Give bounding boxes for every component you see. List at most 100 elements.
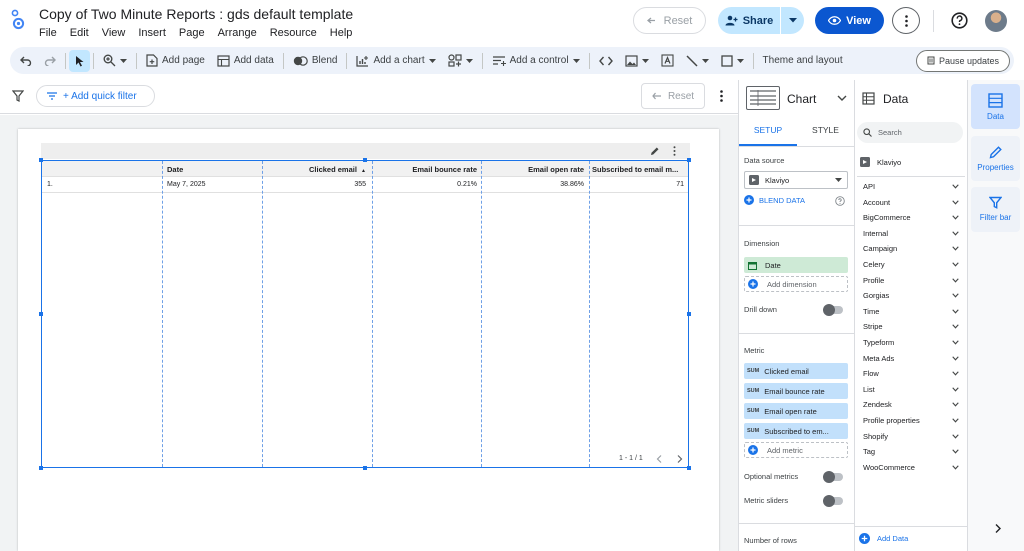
aggregation-tag[interactable]: SUM xyxy=(744,388,764,394)
resize-handle[interactable] xyxy=(687,312,691,316)
rail-data-button[interactable]: Data xyxy=(971,84,1020,129)
add-data-button[interactable]: Add data xyxy=(211,50,280,72)
filter-more-icon[interactable] xyxy=(720,90,723,102)
column-header-bounce-rate[interactable]: Email bounce rate xyxy=(375,165,477,174)
user-avatar[interactable] xyxy=(985,10,1007,32)
expand-chevron-icon[interactable] xyxy=(952,433,959,441)
data-source-select[interactable]: Klaviyo xyxy=(744,171,848,189)
expand-chevron-icon[interactable] xyxy=(952,277,959,285)
aggregation-tag[interactable]: SUM xyxy=(744,408,764,414)
table-chart-type-icon[interactable] xyxy=(746,86,780,110)
edit-pencil-icon[interactable] xyxy=(650,146,660,156)
expand-chevron-icon[interactable] xyxy=(952,184,959,191)
image-button[interactable] xyxy=(619,50,655,72)
line-button[interactable] xyxy=(680,50,715,72)
add-dimension-button[interactable]: Add dimension xyxy=(744,276,848,292)
more-options-button[interactable] xyxy=(892,7,920,34)
column-divider[interactable] xyxy=(372,161,373,467)
metric-chip-clicked-email[interactable]: SUM Clicked email xyxy=(744,363,848,379)
field-group-item[interactable]: Stripe xyxy=(863,322,883,331)
field-group-item[interactable]: Time xyxy=(863,307,879,316)
column-divider[interactable] xyxy=(481,161,482,467)
expand-chevron-icon[interactable] xyxy=(952,418,959,425)
field-group-item[interactable]: Profile xyxy=(863,276,884,285)
menu-edit[interactable]: Edit xyxy=(70,27,89,39)
field-group-item[interactable]: WooCommerce xyxy=(863,463,915,472)
share-button[interactable]: Share xyxy=(718,7,780,34)
field-group-item[interactable]: Internal xyxy=(863,229,888,238)
metric-chip-bounce-rate[interactable]: SUM Email bounce rate xyxy=(744,383,848,399)
resize-handle[interactable] xyxy=(39,466,43,470)
view-button[interactable]: View xyxy=(815,7,884,34)
expand-chevron-icon[interactable] xyxy=(952,324,959,331)
metric-chip-open-rate[interactable]: SUM Email open rate xyxy=(744,403,848,419)
expand-chevron-icon[interactable] xyxy=(952,355,959,363)
field-group-item[interactable]: API xyxy=(863,182,875,191)
menu-page[interactable]: Page xyxy=(179,27,205,39)
rail-properties-button[interactable]: Properties xyxy=(971,136,1020,181)
redo-button[interactable] xyxy=(38,50,62,72)
column-header-clicked-email[interactable]: Clicked email ▲ xyxy=(264,165,366,174)
expand-chevron-icon[interactable] xyxy=(952,387,959,394)
resize-handle[interactable] xyxy=(363,158,367,162)
metric-sliders-toggle[interactable] xyxy=(823,495,843,507)
field-group-item[interactable]: Celery xyxy=(863,260,885,269)
field-group-item[interactable]: Account xyxy=(863,198,890,207)
next-page-icon[interactable] xyxy=(677,455,683,463)
select-tool-button[interactable] xyxy=(69,49,90,72)
column-header-subscribed[interactable]: Subscribed to email m... xyxy=(592,165,686,174)
optional-metrics-toggle[interactable] xyxy=(823,471,843,483)
expand-chevron-icon[interactable] xyxy=(952,402,959,409)
tab-style[interactable]: STYLE xyxy=(797,125,854,135)
expand-chevron-icon[interactable] xyxy=(952,199,959,207)
dimension-chip-date[interactable]: Date xyxy=(744,257,848,273)
community-visualizations-button[interactable] xyxy=(442,50,479,72)
chart-type-dropdown-icon[interactable] xyxy=(837,95,847,101)
resize-handle[interactable] xyxy=(39,312,43,316)
field-group-item[interactable]: BigCommerce xyxy=(863,213,911,222)
text-button[interactable] xyxy=(655,50,680,72)
filter-icon[interactable] xyxy=(12,90,24,102)
report-page[interactable]: Date Clicked email ▲ Email bounce rate E… xyxy=(18,129,719,551)
help-icon[interactable] xyxy=(951,12,968,29)
expand-chevron-icon[interactable] xyxy=(952,246,959,253)
menu-arrange[interactable]: Arrange xyxy=(218,27,257,39)
field-group-item[interactable]: Typeform xyxy=(863,338,894,347)
field-group-item[interactable]: List xyxy=(863,385,875,394)
resize-handle[interactable] xyxy=(687,466,691,470)
column-header-open-rate[interactable]: Email open rate xyxy=(484,165,584,174)
add-page-button[interactable]: Add page xyxy=(140,50,211,72)
field-group-item[interactable]: Tag xyxy=(863,447,875,456)
column-divider[interactable] xyxy=(262,161,263,467)
menu-view[interactable]: View xyxy=(102,27,126,39)
add-metric-button[interactable]: Add metric xyxy=(744,442,848,458)
pause-updates-button[interactable]: Pause updates xyxy=(915,49,1010,72)
aggregation-tag[interactable]: SUM xyxy=(744,428,764,434)
expand-chevron-icon[interactable] xyxy=(952,465,959,472)
expand-chevron-icon[interactable] xyxy=(952,309,959,316)
expand-chevron-icon[interactable] xyxy=(952,293,959,300)
field-group-item[interactable]: Profile properties xyxy=(863,416,920,425)
previous-page-icon[interactable] xyxy=(656,455,662,463)
share-dropdown-button[interactable] xyxy=(781,7,804,34)
metric-chip-subscribed[interactable]: SUM Subscribed to em... xyxy=(744,423,848,439)
help-circle-icon[interactable] xyxy=(835,196,845,206)
looker-studio-logo-icon[interactable] xyxy=(11,9,25,31)
add-chart-button[interactable]: Add a chart xyxy=(350,50,441,72)
expand-chevron-icon[interactable] xyxy=(952,371,959,378)
data-source-item[interactable]: Klaviyo xyxy=(860,157,901,167)
blend-data-button[interactable]: BLEND DATA xyxy=(744,195,805,205)
field-group-item[interactable]: Flow xyxy=(863,369,879,378)
column-header-date[interactable]: Date xyxy=(167,165,183,174)
expand-chevron-icon[interactable] xyxy=(952,231,959,238)
field-group-item[interactable]: Campaign xyxy=(863,244,897,253)
data-search-box[interactable]: Search xyxy=(857,122,963,143)
field-group-item[interactable]: Zendesk xyxy=(863,400,892,409)
table-chart[interactable]: Date Clicked email ▲ Email bounce rate E… xyxy=(41,160,689,468)
resize-handle[interactable] xyxy=(39,158,43,162)
column-divider[interactable] xyxy=(162,161,163,467)
field-group-item[interactable]: Gorgias xyxy=(863,291,889,300)
column-divider[interactable] xyxy=(589,161,590,467)
undo-button[interactable] xyxy=(10,50,38,72)
reset-button[interactable]: Reset xyxy=(633,7,706,34)
